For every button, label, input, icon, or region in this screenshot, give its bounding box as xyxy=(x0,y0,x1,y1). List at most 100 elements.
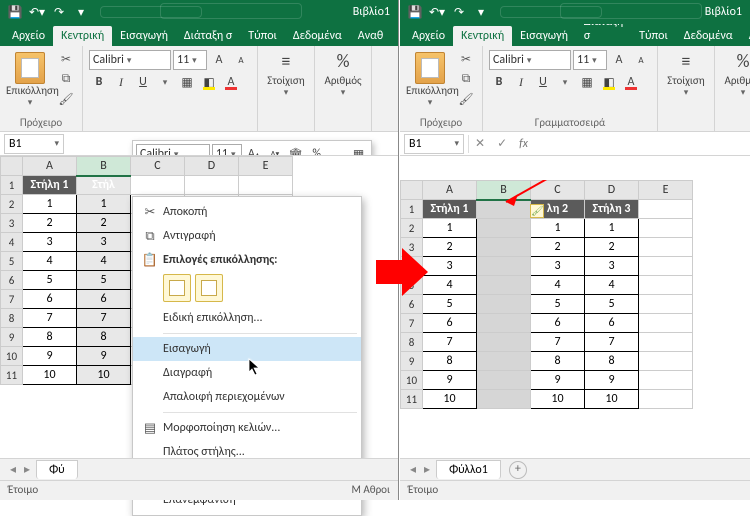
cell[interactable] xyxy=(639,390,693,409)
cell[interactable]: 8 xyxy=(585,352,639,371)
sheet-nav-prev[interactable]: ◂ xyxy=(406,462,420,477)
cell[interactable]: 9 xyxy=(423,371,477,390)
cell[interactable]: 2 xyxy=(531,238,585,257)
cell[interactable]: 9 xyxy=(585,371,639,390)
fill-color-button[interactable]: ◧ xyxy=(199,72,219,92)
cell[interactable] xyxy=(639,295,693,314)
cell[interactable] xyxy=(239,176,293,195)
row-header[interactable]: 9 xyxy=(401,352,423,371)
format-painter-icon[interactable]: 🖌 xyxy=(456,90,476,108)
cell[interactable]: 3 xyxy=(77,233,131,252)
cell[interactable]: 1 xyxy=(531,219,585,238)
cell[interactable] xyxy=(477,390,531,409)
cut-icon[interactable]: ✂ xyxy=(456,50,476,68)
cell[interactable] xyxy=(639,257,693,276)
cell[interactable] xyxy=(639,276,693,295)
cell[interactable]: 3 xyxy=(23,233,77,252)
row-header[interactable]: 6 xyxy=(1,271,23,290)
cell[interactable]: 6 xyxy=(585,314,639,333)
cell[interactable] xyxy=(639,238,693,257)
row-header[interactable]: 2 xyxy=(401,219,423,238)
tab-insert[interactable]: Εισαγωγή xyxy=(112,26,176,46)
shrink-font-icon[interactable]: A xyxy=(631,50,651,70)
column-header[interactable]: E xyxy=(239,157,293,176)
enter-icon[interactable]: ✓ xyxy=(491,136,513,151)
insert-options-icon[interactable]: 🖌 xyxy=(530,204,544,218)
row-header[interactable]: 11 xyxy=(1,366,23,385)
cell[interactable] xyxy=(477,314,531,333)
cell[interactable]: 2 xyxy=(23,214,77,233)
column-header[interactable]: D xyxy=(185,157,239,176)
ctx-cut[interactable]: ✂Αποκοπή xyxy=(133,200,361,224)
cell[interactable]: 9 xyxy=(531,371,585,390)
row-header[interactable]: 7 xyxy=(1,290,23,309)
cell[interactable]: 6 xyxy=(531,314,585,333)
cell[interactable] xyxy=(639,219,693,238)
cell[interactable]: 4 xyxy=(23,252,77,271)
cell[interactable]: 1 xyxy=(585,219,639,238)
row-header[interactable]: 9 xyxy=(1,328,23,347)
row-header[interactable]: 8 xyxy=(1,309,23,328)
format-painter-icon[interactable]: 🖌 xyxy=(56,90,76,108)
font-name-combo[interactable]: Calibri▾ xyxy=(489,50,571,70)
cell[interactable] xyxy=(639,200,693,219)
ctx-format-cells[interactable]: ▤Μορφοποίηση κελιών... xyxy=(133,416,361,440)
tab-file[interactable]: Αρχείο xyxy=(404,26,453,46)
cell[interactable]: 5 xyxy=(77,271,131,290)
cell[interactable] xyxy=(477,352,531,371)
column-header[interactable]: E xyxy=(639,181,693,200)
number-button[interactable]: %Αριθμός▾ xyxy=(321,50,365,98)
cell[interactable] xyxy=(477,238,531,257)
row-header[interactable]: 1 xyxy=(1,176,23,195)
sheet-tab[interactable]: Φύλλο1 xyxy=(436,460,501,479)
alignment-button[interactable]: ≡Στοίχιση▾ xyxy=(664,50,708,98)
cell[interactable]: 5 xyxy=(585,295,639,314)
cell[interactable]: 10 xyxy=(423,390,477,409)
cell[interactable]: 8 xyxy=(531,352,585,371)
cell[interactable]: 8 xyxy=(423,352,477,371)
column-header[interactable]: B xyxy=(77,157,131,176)
tab-data[interactable]: Δεδομένα xyxy=(676,26,741,46)
cell[interactable] xyxy=(477,257,531,276)
undo-icon[interactable]: ↶▾ xyxy=(28,3,46,21)
cell[interactable]: 10 xyxy=(531,390,585,409)
column-header[interactable]: B xyxy=(477,181,531,200)
cell[interactable] xyxy=(639,333,693,352)
add-sheet-button[interactable]: + xyxy=(509,461,527,479)
row-header[interactable]: 8 xyxy=(401,333,423,352)
tab-home[interactable]: Κεντρική xyxy=(53,26,112,46)
font-color-button[interactable]: A xyxy=(621,72,641,92)
cell[interactable]: 3 xyxy=(585,257,639,276)
alignment-button[interactable]: ≡Στοίχιση▾ xyxy=(264,50,308,98)
undo-icon[interactable]: ↶▾ xyxy=(428,3,446,21)
qat-dropdown-icon[interactable]: ▾ xyxy=(472,3,490,21)
cell[interactable]: 6 xyxy=(23,290,77,309)
cell[interactable]: 4 xyxy=(531,276,585,295)
cell[interactable]: 7 xyxy=(77,309,131,328)
cell[interactable]: 4 xyxy=(585,276,639,295)
shrink-font-icon[interactable]: A xyxy=(231,50,251,70)
copy-icon[interactable]: ⧉ xyxy=(56,70,76,88)
fill-color-button[interactable]: ◧ xyxy=(599,72,619,92)
cell[interactable]: 2 xyxy=(423,238,477,257)
cell[interactable]: 8 xyxy=(23,328,77,347)
tab-formulas[interactable]: Τύποι xyxy=(240,26,285,46)
borders-button[interactable]: ▦ xyxy=(177,72,197,92)
cell[interactable]: 3 xyxy=(531,257,585,276)
row-header[interactable]: 1 xyxy=(401,200,423,219)
cell[interactable]: 1 xyxy=(423,219,477,238)
cell[interactable]: 5 xyxy=(423,295,477,314)
row-header[interactable]: 3 xyxy=(1,214,23,233)
cell[interactable] xyxy=(477,276,531,295)
tab-formulas[interactable]: Τύποι xyxy=(631,26,676,46)
font-name-combo[interactable]: Calibri▾ xyxy=(89,50,171,70)
row-header[interactable]: 11 xyxy=(401,390,423,409)
redo-icon[interactable]: ↷ xyxy=(450,3,468,21)
cell[interactable]: 2 xyxy=(77,214,131,233)
tab-insert[interactable]: Εισαγωγή xyxy=(512,26,576,46)
grow-font-icon[interactable]: A xyxy=(609,50,629,70)
tab-review[interactable]: Αναθ xyxy=(350,26,392,46)
row-header[interactable]: 10 xyxy=(401,371,423,390)
cell[interactable]: 7 xyxy=(531,333,585,352)
row-header[interactable]: 5 xyxy=(1,252,23,271)
